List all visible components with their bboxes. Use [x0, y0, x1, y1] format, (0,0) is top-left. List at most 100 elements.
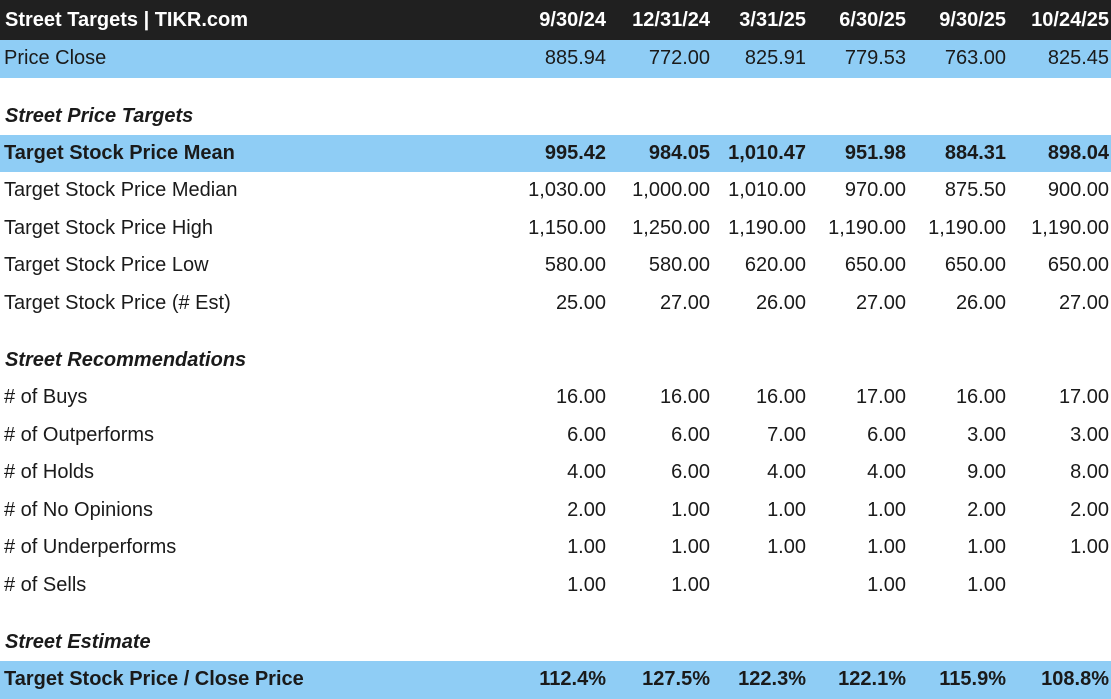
column-header: 9/30/24 [539, 8, 606, 31]
cell-value: 2.00 [1070, 498, 1109, 521]
cell-value: 1.00 [1070, 536, 1109, 559]
table-row: Target Stock Price High 1,150.00 1,250.0… [0, 210, 1111, 248]
cell-value: 25.00 [555, 291, 606, 314]
row-label: Target Stock Price Low [4, 254, 209, 277]
row-label: Target Stock Price High [4, 216, 213, 239]
cell-value: 2.00 [567, 498, 606, 521]
section-header-recommendations: Street Recommendations [0, 322, 1111, 379]
table-row: # of No Opinions 2.00 1.00 1.00 1.00 2.0… [0, 492, 1111, 530]
cell-value: 4.00 [567, 461, 606, 484]
cell-value: 898.04 [1047, 141, 1109, 164]
cell-value: 825.91 [744, 47, 806, 70]
cell-value: 1.00 [671, 536, 710, 559]
cell-value: 122.3% [738, 668, 806, 691]
cell-value: 115.9% [939, 668, 1006, 691]
cell-value: 900.00 [1047, 179, 1109, 202]
row-label: Price Close [4, 47, 107, 70]
cell-value: 108.8% [1041, 668, 1109, 691]
table-row: Target Stock Price Mean 995.42 984.05 1,… [0, 134, 1111, 172]
cell-value: 1.00 [867, 498, 906, 521]
row-label: Target Stock Price Median [4, 179, 238, 202]
column-header: 9/30/25 [939, 8, 1006, 31]
cell-value: 1,190.00 [728, 216, 806, 239]
cell-value: 112.4% [539, 668, 606, 691]
cell-value: 4.00 [867, 461, 906, 484]
cell-value: 1,010.00 [728, 179, 806, 202]
cell-value: 1.00 [567, 573, 606, 596]
table-row: Target Stock Price (# Est) 25.00 27.00 2… [0, 285, 1111, 323]
cell-value: 1,250.00 [632, 216, 710, 239]
row-label: # of Underperforms [4, 536, 177, 559]
row-label: # of No Opinions [4, 498, 153, 521]
cell-value: 884.31 [944, 141, 1006, 164]
table-row: # of Underperforms 1.00 1.00 1.00 1.00 1… [0, 529, 1111, 567]
table-row: # of Sells 1.00 1.00 1.00 1.00 [0, 567, 1111, 605]
table-row: # of Holds 4.00 6.00 4.00 4.00 9.00 8.00 [0, 454, 1111, 492]
cell-value: 995.42 [544, 141, 606, 164]
section-header-targets: Street Price Targets [0, 78, 1111, 135]
table-row: Target Stock Price Low 580.00 580.00 620… [0, 247, 1111, 285]
row-label: Target Stock Price Mean [4, 141, 235, 164]
cell-value: 3.00 [1070, 423, 1109, 446]
cell-value: 26.00 [755, 291, 806, 314]
cell-value: 1,010.47 [728, 141, 806, 164]
cell-value: 16.00 [755, 386, 806, 409]
table-row: # of Buys 16.00 16.00 16.00 17.00 16.00 … [0, 379, 1111, 417]
cell-value: 1,190.00 [1031, 216, 1109, 239]
cell-value: 17.00 [1058, 386, 1109, 409]
cell-value: 1,030.00 [528, 179, 606, 202]
cell-value: 16.00 [955, 386, 1006, 409]
cell-value: 885.94 [544, 47, 606, 70]
cell-value: 1,000.00 [632, 179, 710, 202]
cell-value: 1,190.00 [928, 216, 1006, 239]
cell-value: 779.53 [844, 47, 906, 70]
cell-value: 763.00 [944, 47, 1006, 70]
cell-value: 9.00 [967, 461, 1006, 484]
cell-value: 772.00 [648, 47, 710, 70]
cell-value: 6.00 [671, 423, 710, 446]
cell-value: 1.00 [671, 573, 710, 596]
row-label: Target Stock Price (# Est) [4, 291, 231, 314]
cell-value: 875.50 [944, 179, 1006, 202]
cell-value: 27.00 [1058, 291, 1109, 314]
cell-value: 1.00 [767, 498, 806, 521]
row-label: # of Sells [4, 573, 87, 596]
cell-value: 7.00 [767, 423, 806, 446]
table-row: # of Outperforms 6.00 6.00 7.00 6.00 3.0… [0, 417, 1111, 455]
cell-value: 17.00 [855, 386, 906, 409]
cell-value: 1.00 [567, 536, 606, 559]
street-targets-table: Street Targets | TIKR.com 9/30/24 12/31/… [0, 0, 1111, 699]
cell-value: 26.00 [955, 291, 1006, 314]
cell-value: 650.00 [1047, 254, 1109, 277]
cell-value: 6.00 [867, 423, 906, 446]
cell-value: 6.00 [567, 423, 606, 446]
cell-value: 2.00 [967, 498, 1006, 521]
section-title: Street Estimate [5, 631, 151, 653]
section-title: Street Recommendations [5, 349, 247, 371]
row-label: # of Holds [4, 461, 95, 484]
column-header: 6/30/25 [839, 8, 906, 31]
header-row: Street Targets | TIKR.com 9/30/24 12/31/… [0, 0, 1111, 40]
cell-value: 1,190.00 [828, 216, 906, 239]
cell-value: 970.00 [844, 179, 906, 202]
price-close-row: Price Close 885.94 772.00 825.91 779.53 … [0, 40, 1111, 78]
row-label: # of Outperforms [4, 423, 155, 446]
table-title: Street Targets | TIKR.com [5, 8, 249, 31]
column-header: 3/31/25 [739, 8, 806, 31]
cell-value: 3.00 [967, 423, 1006, 446]
row-label: # of Buys [4, 386, 88, 409]
cell-value: 951.98 [844, 141, 906, 164]
cell-value: 825.45 [1047, 47, 1109, 70]
cell-value: 1.00 [967, 573, 1006, 596]
cell-value: 650.00 [944, 254, 1006, 277]
cell-value: 620.00 [744, 254, 806, 277]
cell-value: 1,150.00 [528, 216, 606, 239]
cell-value: 27.00 [855, 291, 906, 314]
column-header: 10/24/25 [1031, 8, 1109, 31]
table-row: Target Stock Price Median 1,030.00 1,000… [0, 172, 1111, 210]
cell-value: 127.5% [642, 668, 710, 691]
cell-value: 580.00 [544, 254, 606, 277]
cell-value [712, 567, 808, 605]
cell-value: 1.00 [671, 498, 710, 521]
cell-value: 650.00 [844, 254, 906, 277]
